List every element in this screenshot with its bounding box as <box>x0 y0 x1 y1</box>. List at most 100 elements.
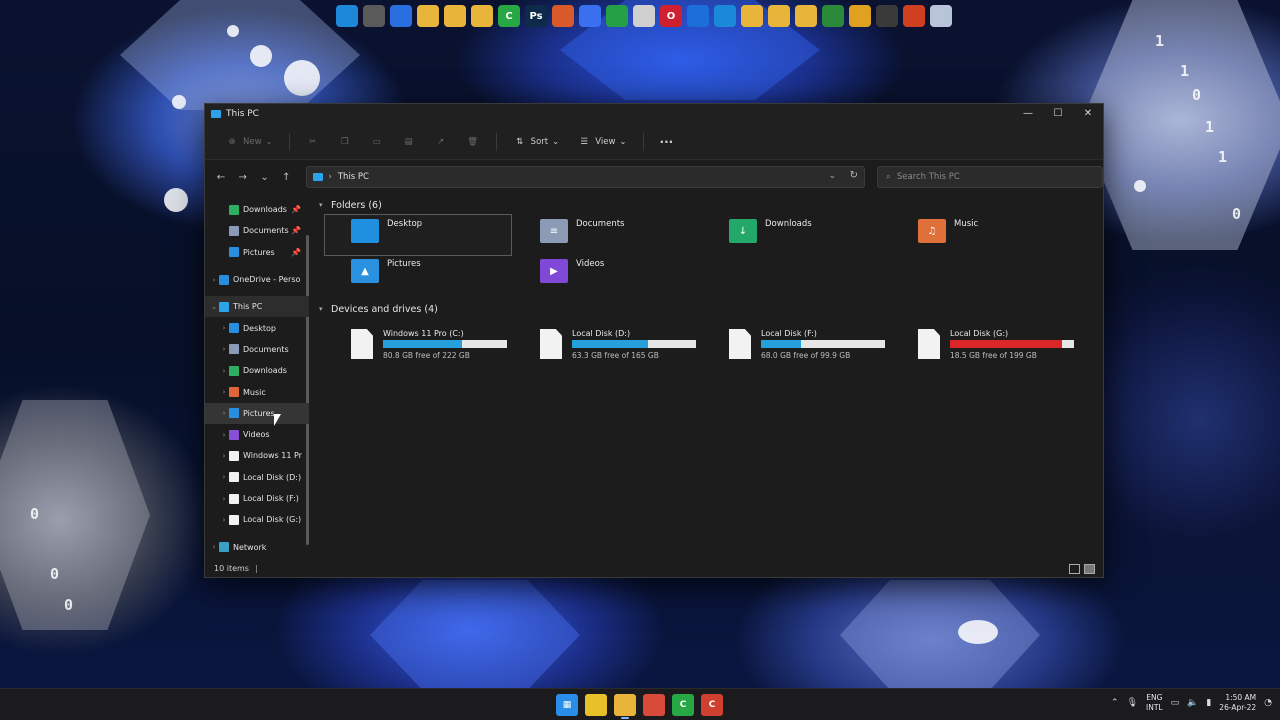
folder-icon[interactable] <box>741 5 763 27</box>
sidebar-item-downloads[interactable]: › Downloads <box>205 360 309 381</box>
search-input[interactable] <box>896 172 1087 182</box>
copy-button[interactable]: ❐ <box>330 130 360 154</box>
folder-pictures[interactable]: ▲ Pictures <box>325 255 514 295</box>
sidebar-item-documents[interactable]: › Documents <box>205 339 309 360</box>
notifications-icon[interactable]: ◔ <box>1264 698 1272 708</box>
details-view-icon[interactable] <box>1069 564 1080 574</box>
back-button[interactable]: ← <box>211 167 231 187</box>
tiles-view-icon[interactable] <box>1084 564 1095 574</box>
folder-music[interactable]: ♫ Music <box>892 215 1081 255</box>
chevron-up-icon[interactable]: ⌃ <box>1111 698 1119 708</box>
file-explorer-icon[interactable] <box>614 694 636 719</box>
chrome-icon[interactable] <box>643 694 665 716</box>
sidebar-item-desktop[interactable]: › Desktop <box>205 317 309 338</box>
refresh-icon[interactable]: ↻ <box>850 170 858 181</box>
messenger-icon[interactable] <box>579 5 601 27</box>
firefox-icon[interactable] <box>390 5 412 27</box>
sort-button[interactable]: ⇅ Sort ⌄ <box>505 130 568 154</box>
chevron-right-icon[interactable]: › <box>219 495 229 503</box>
camtasia-icon[interactable]: C <box>672 694 694 716</box>
folders-section-header[interactable]: ▾ Folders (6) <box>319 195 1103 215</box>
rename-button[interactable]: ▤ <box>394 130 424 154</box>
minimize-button[interactable]: — <box>1013 104 1043 122</box>
sidebar-item-local-disk-d[interactable]: › Local Disk (D:) <box>205 467 309 488</box>
sidebar-item-pictures[interactable]: › Pictures <box>205 402 309 424</box>
new-button[interactable]: ⊕ New ⌄ <box>217 130 281 154</box>
folder-icon[interactable] <box>768 5 790 27</box>
folder-documents[interactable]: ≡ Documents <box>514 215 703 255</box>
sidebar-quick-documents[interactable]: Documents 📌 <box>205 220 309 241</box>
this-pc-icon[interactable] <box>336 5 358 27</box>
forward-button[interactable]: → <box>233 167 253 187</box>
breadcrumb-this-pc[interactable]: This PC <box>338 172 369 182</box>
view-button[interactable]: ☰ View ⌄ <box>569 130 634 154</box>
address-bar[interactable]: › This PC ⌄ ↻ <box>306 166 866 188</box>
sidebar-item-local-disk-f[interactable]: › Local Disk (F:) <box>205 488 309 509</box>
share-button[interactable]: ↗ <box>426 130 456 154</box>
chevron-down-icon[interactable]: ⌄ <box>209 303 219 311</box>
folder-icon[interactable] <box>795 5 817 27</box>
chevron-right-icon[interactable]: › <box>219 324 229 332</box>
sidebar-item-windows-11-pr[interactable]: › Windows 11 Pr <box>205 445 309 466</box>
paste-button[interactable]: ▭ <box>362 130 392 154</box>
chevron-right-icon[interactable]: › <box>219 388 229 396</box>
chevron-right-icon[interactable]: › <box>209 543 219 551</box>
up-button[interactable]: ↑ <box>276 167 296 187</box>
chevron-right-icon[interactable]: › <box>219 473 229 481</box>
delete-button[interactable]: 🗑 <box>458 130 488 154</box>
drive-tile[interactable]: Local Disk (G:) 18.5 GB free of 199 GB <box>892 321 1081 361</box>
cut-button[interactable]: ✂ <box>298 130 328 154</box>
search-box[interactable]: ⌕ <box>877 166 1103 188</box>
drive-tile[interactable]: Windows 11 Pro (C:) 80.8 GB free of 222 G… <box>325 321 514 361</box>
folder-desktop[interactable]: Desktop <box>324 214 512 256</box>
title-bar[interactable]: This PC — ☐ ✕ <box>205 104 1103 124</box>
chevron-right-icon[interactable]: › <box>219 345 229 353</box>
chevron-right-icon[interactable]: › <box>219 367 229 375</box>
teamviewer-icon[interactable] <box>687 5 709 27</box>
calendar-icon[interactable] <box>633 5 655 27</box>
archive-icon[interactable] <box>363 5 385 27</box>
folder-downloads[interactable]: ↓ Downloads <box>703 215 892 255</box>
more-options-button[interactable]: ··· <box>652 130 682 154</box>
opera-icon[interactable]: O <box>660 5 682 27</box>
clock[interactable]: 1:50 AM 26-Apr-22 <box>1219 693 1256 713</box>
tools-icon[interactable] <box>903 5 925 27</box>
recycle-bin-icon[interactable] <box>930 5 952 27</box>
folder-icon[interactable] <box>471 5 493 27</box>
address-dropdown-icon[interactable]: ⌄ <box>829 171 837 181</box>
network-icon[interactable]: ▭ <box>1171 698 1180 708</box>
input-language[interactable]: ENG INTL <box>1146 693 1163 713</box>
battery-icon[interactable]: ▮ <box>1206 698 1211 708</box>
sidebar-item-network[interactable]: › Network <box>205 536 309 557</box>
sidebar-quick-downloads[interactable]: Downloads 📌 <box>205 199 309 220</box>
photoshop-icon[interactable]: Ps <box>525 5 547 27</box>
folder-icon[interactable] <box>444 5 466 27</box>
folder-videos[interactable]: ▶ Videos <box>514 255 703 295</box>
sidebar-item-videos[interactable]: › Videos <box>205 424 309 445</box>
search-tool-icon[interactable] <box>552 5 574 27</box>
chrome-icon[interactable] <box>849 5 871 27</box>
drives-section-header[interactable]: ▾ Devices and drives (4) <box>319 299 1103 319</box>
chevron-right-icon[interactable]: › <box>209 276 219 284</box>
sidebar-item-local-disk-g[interactable]: › Local Disk (G:) <box>205 509 309 530</box>
sidebar-quick-pictures[interactable]: Pictures 📌 <box>205 242 309 263</box>
chevron-right-icon[interactable]: › <box>219 431 229 439</box>
drive-tile[interactable]: Local Disk (F:) 68.0 GB free of 99.9 GB <box>703 321 892 361</box>
vscode-icon[interactable] <box>714 5 736 27</box>
terminal-icon[interactable] <box>876 5 898 27</box>
whatsapp-icon[interactable] <box>606 5 628 27</box>
start-icon[interactable]: ▦ <box>556 694 578 716</box>
sticky-notes-icon[interactable] <box>585 694 607 716</box>
volume-icon[interactable]: 🔈 <box>1187 698 1198 708</box>
folder-icon[interactable] <box>417 5 439 27</box>
microphone-icon[interactable]: 🎙 <box>1127 698 1138 708</box>
recorder-icon[interactable]: C <box>701 694 723 716</box>
sidebar-item-onedrive[interactable]: › OneDrive - Perso <box>205 269 309 290</box>
maximize-button[interactable]: ☐ <box>1043 104 1073 122</box>
sidebar-item-music[interactable]: › Music <box>205 381 309 402</box>
recent-locations-button[interactable]: ⌄ <box>255 167 275 187</box>
chevron-right-icon[interactable]: › <box>219 409 229 417</box>
camtasia-icon[interactable]: C <box>498 5 520 27</box>
sidebar-item-this-pc[interactable]: ⌄ This PC <box>205 296 309 318</box>
drive-tile[interactable]: Local Disk (D:) 63.3 GB free of 165 GB <box>514 321 703 361</box>
